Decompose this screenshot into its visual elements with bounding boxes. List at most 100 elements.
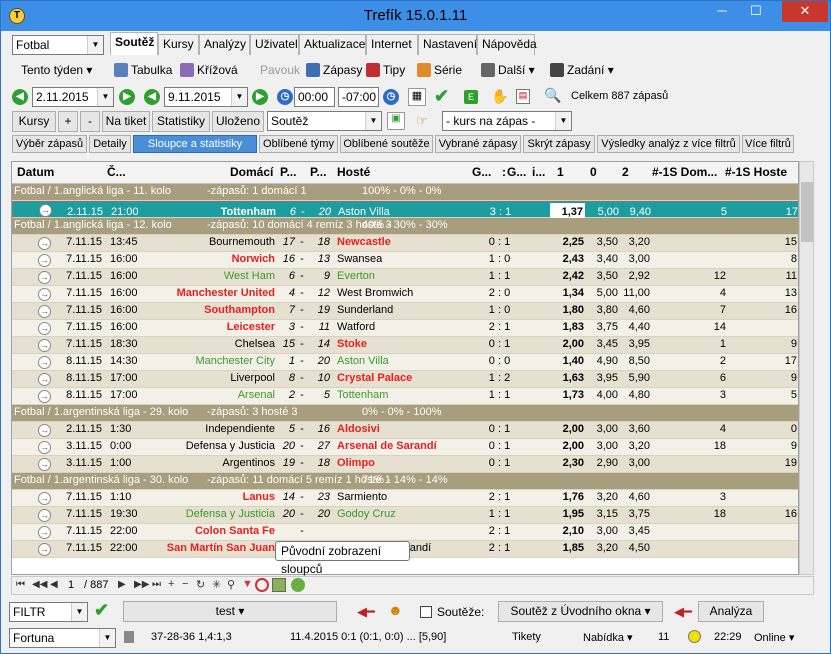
add-icon[interactable]: + — [168, 578, 174, 590]
next-page-icon[interactable]: ▶▶ — [134, 579, 149, 590]
clock-to-icon[interactable]: ◷ — [383, 89, 399, 105]
table-row[interactable]: → 7.11.15 16:00 Leicester 3- 11 Watford 2 : 1 1,… — [12, 320, 798, 337]
open-match-icon[interactable]: → — [38, 254, 51, 267]
last-page-icon[interactable]: ⏭ — [152, 579, 161, 590]
krizova-button[interactable]: Křížová — [180, 60, 238, 80]
grid-scrollbar[interactable] — [799, 161, 814, 575]
col-header-14[interactable]: #-1S Hoste — [725, 165, 787, 179]
subtab-5[interactable]: Vybrané zápasy — [435, 135, 521, 153]
tab-5[interactable]: Internet — [366, 34, 418, 55]
tab-3[interactable]: Uživatel — [250, 34, 299, 55]
table-row[interactable]: → 7.11.15 19:30 Defensa y Justicia 20-20 Godo… — [12, 507, 798, 524]
col-header-13[interactable]: #-1S Dom... — [652, 165, 717, 179]
table-row[interactable]: → 8.11.15 17:00 Liverpool 8- 10 Crystal Palace… — [12, 371, 798, 388]
kurs-select[interactable]: - kurs na zápas - ▼ — [442, 111, 572, 131]
subtab-3[interactable]: Oblíbené týmy — [259, 135, 338, 153]
col-header-3[interactable]: P... — [280, 165, 296, 179]
ulozeno-button[interactable]: Uloženo — [212, 111, 264, 132]
subtab-8[interactable]: Více filtrů — [742, 135, 794, 153]
tab-6[interactable]: Nastavení — [418, 34, 477, 55]
tab-4[interactable]: Aktualizace — [299, 34, 366, 55]
minus-button[interactable]: - — [80, 111, 100, 132]
pavouk-button[interactable]: Pavouk — [260, 60, 300, 80]
prev-page-icon[interactable]: ◀◀ — [32, 579, 47, 590]
open-match-icon[interactable]: → — [38, 390, 51, 403]
tabulka-button[interactable]: Tabulka — [114, 60, 172, 80]
plus-button[interactable]: + — [58, 111, 78, 132]
scroll-thumb[interactable] — [801, 182, 813, 242]
soutez-checkbox[interactable] — [420, 606, 432, 618]
analyza-button[interactable]: Analýza — [698, 601, 764, 622]
col-header-4[interactable]: P... — [310, 165, 326, 179]
table-row[interactable]: → 7.11.15 1:10 Lanus 14- 23 Sarmiento 2 : 1 1,76… — [12, 490, 798, 507]
tikety-button[interactable]: Tikety — [512, 631, 541, 643]
reset-icon[interactable] — [255, 578, 269, 592]
open-match-icon[interactable]: → — [38, 441, 51, 454]
open-match-icon[interactable]: → — [38, 288, 51, 301]
col-header-8[interactable]: G... — [507, 165, 526, 179]
table-row[interactable]: → 7.11.15 16:00 Southampton 7-19 Sunderland 1 … — [12, 303, 798, 320]
prev-date-icon[interactable]: ◀ — [12, 89, 28, 105]
close-button[interactable]: ✕ — [782, 1, 828, 22]
search-icon[interactable]: 🔍 — [544, 87, 561, 104]
zadani-dropdown[interactable]: Zadání ▾ — [550, 60, 614, 80]
col-header-2[interactable]: Domácí — [230, 165, 273, 179]
open-match-icon[interactable]: → — [38, 271, 51, 284]
tab-7[interactable]: Nápověda — [477, 34, 537, 55]
maximize-button[interactable]: ☐ — [742, 1, 770, 22]
table-row[interactable]: → 7.11.15 16:00 West Ham 6- 9 Everton 1 : 1 2,42… — [12, 269, 798, 286]
dalsi-dropdown[interactable]: Další ▾ — [481, 60, 535, 80]
online-dropdown[interactable]: Online ▾ — [754, 631, 794, 644]
open-match-icon[interactable]: → — [38, 305, 51, 318]
star-icon[interactable]: ✳ — [212, 578, 221, 591]
table-row[interactable]: → 3.11.15 1:00 Argentinos 19-18 Olimpo 0 : 1 2,… — [12, 456, 798, 473]
kursy-button[interactable]: Kursy — [12, 111, 56, 132]
open-match-icon[interactable]: → — [38, 237, 51, 250]
table-row[interactable]: → 7.11.15 13:45 Bournemouth 17- 18 Newcastle 0 … — [12, 235, 798, 252]
open-match-icon[interactable]: → — [38, 322, 51, 335]
table-row[interactable]: → 7.11.15 18:30 Chelsea 15- 14 Stoke 0 : 1 2,00 3… — [12, 337, 798, 354]
group-header[interactable]: Fotbal / 1.argentinská liga - 30. kolo -z… — [12, 473, 798, 490]
date-from-field[interactable]: 2.11.2015 ▼ — [32, 87, 114, 107]
first-page-icon[interactable]: ⏮ — [16, 579, 25, 590]
subtab-2[interactable]: Sloupce a statistiky — [133, 135, 257, 153]
open-match-icon[interactable]: → — [38, 424, 51, 437]
col-header-5[interactable]: Hosté — [337, 165, 370, 179]
subtab-4[interactable]: Oblíbené soutěže — [340, 135, 433, 153]
group-header[interactable]: Fotbal / 1.argentinská liga - 29. kolo -z… — [12, 405, 798, 422]
col-header-7[interactable]: : — [502, 165, 506, 179]
person-icon[interactable]: ☻ — [388, 602, 403, 618]
save-filter-icon[interactable]: ▣ — [387, 112, 405, 130]
original-columns-icon[interactable] — [291, 578, 305, 592]
excel-icon[interactable]: E — [464, 90, 478, 104]
open-match-icon[interactable]: → — [39, 204, 52, 217]
open-match-icon[interactable]: → — [38, 509, 51, 522]
calendar-icon[interactable]: ▦ — [408, 88, 426, 106]
subtab-0[interactable]: Výběr zápasů — [12, 135, 87, 153]
pin-icon[interactable]: ⚲ — [227, 578, 235, 591]
statistiky-button[interactable]: Statistiky — [152, 111, 210, 132]
filter-icon[interactable]: ▼ — [242, 578, 253, 590]
columns-icon[interactable] — [272, 578, 286, 592]
col-header-1[interactable]: Č... — [107, 165, 126, 179]
open-match-icon[interactable]: → — [38, 373, 51, 386]
table-row[interactable]: → 8.11.15 17:00 Arsenal 2- 5 Tottenham 1 : 1 1,7… — [12, 388, 798, 405]
col-header-6[interactable]: G... — [472, 165, 491, 179]
serie-button[interactable]: Série — [417, 60, 462, 80]
open-match-icon[interactable]: → — [38, 339, 51, 352]
table-row[interactable]: → 2.11.15 1:30 Independiente 5- 16 Aldosivi 0 :… — [12, 422, 798, 439]
zapasy-button[interactable]: Zápasy — [306, 60, 362, 80]
soutez-okna-dropdown[interactable]: Soutěž z Úvodního okna ▾ — [498, 601, 663, 622]
subtab-7[interactable]: Výsledky analýz z více filtrů — [597, 135, 740, 153]
na-tiket-button[interactable]: Na tiket — [102, 111, 150, 132]
tab-1[interactable]: Kursy — [158, 34, 199, 55]
group-header[interactable]: Fotbal / 1.anglická liga - 12. kolo -zápa… — [12, 218, 798, 235]
week-dropdown[interactable]: Tento týden ▾ — [21, 60, 92, 80]
prev-icon[interactable]: ◀ — [50, 579, 58, 590]
time-from-field[interactable]: 00:00 — [294, 87, 335, 107]
tab-2[interactable]: Analýzy — [199, 34, 250, 55]
hand-icon[interactable]: ✋ — [491, 88, 508, 105]
col-header-0[interactable]: Datum — [17, 165, 54, 179]
sport-select[interactable]: Fotbal ▼ — [12, 35, 104, 55]
table-row[interactable]: → 3.11.15 0:00 Defensa y Justicia 20- 27 Arsen… — [12, 439, 798, 456]
